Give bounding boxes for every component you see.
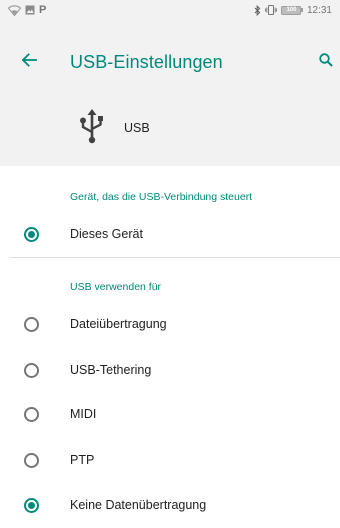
option-label: Keine Datenübertragung	[70, 498, 207, 512]
usb-icon	[78, 108, 106, 144]
search-button[interactable]	[314, 50, 338, 74]
status-bar: P 100 12:31	[0, 0, 340, 20]
radio-option-this-device[interactable]: Dieses Gerät	[0, 212, 340, 256]
status-bar-right: 100 12:31	[254, 4, 332, 16]
battery-icon: 100	[281, 5, 303, 15]
arrow-left-icon	[21, 52, 37, 72]
search-icon	[319, 52, 333, 72]
option-label: MIDI	[70, 407, 97, 421]
radio-button-checked[interactable]	[24, 226, 39, 242]
bluetooth-icon	[254, 4, 261, 16]
usb-header-row: USB	[0, 97, 340, 157]
usb-label: USB	[124, 121, 150, 135]
radio-option-midi[interactable]: MIDI	[0, 392, 340, 436]
vibrate-icon	[265, 5, 278, 15]
radio-option-file-transfer[interactable]: Dateiübertragung	[0, 302, 340, 346]
page-title: USB-Einstellungen	[70, 52, 223, 72]
option-label: PTP	[70, 453, 95, 467]
radio-button[interactable]	[24, 406, 39, 422]
radio-button[interactable]	[24, 452, 39, 468]
option-label: Dieses Gerät	[70, 227, 143, 241]
header: USB-Einstellungen USB	[0, 20, 340, 166]
battery-level: 100	[281, 5, 302, 15]
back-button[interactable]	[17, 50, 41, 74]
radio-button[interactable]	[24, 362, 39, 378]
status-bar-left: P	[8, 4, 46, 16]
divider	[10, 257, 340, 258]
option-label: Dateiübertragung	[70, 317, 167, 331]
radio-button-checked[interactable]	[24, 497, 39, 513]
wifi-icon	[8, 4, 21, 16]
radio-button[interactable]	[24, 316, 39, 332]
clock: 12:31	[306, 4, 332, 16]
radio-option-no-data-transfer[interactable]: Keine Datenübertragung	[0, 483, 340, 527]
section-title-use-for: USB verwenden für	[70, 281, 162, 293]
radio-option-ptp[interactable]: PTP	[0, 438, 340, 482]
p-app-icon: P	[39, 4, 47, 16]
option-label: USB-Tethering	[70, 363, 152, 377]
section-title-controller: Gerät, das die USB-Verbindung steuert	[70, 191, 253, 203]
radio-option-usb-tethering[interactable]: USB-Tethering	[0, 348, 340, 392]
image-icon	[25, 5, 35, 15]
